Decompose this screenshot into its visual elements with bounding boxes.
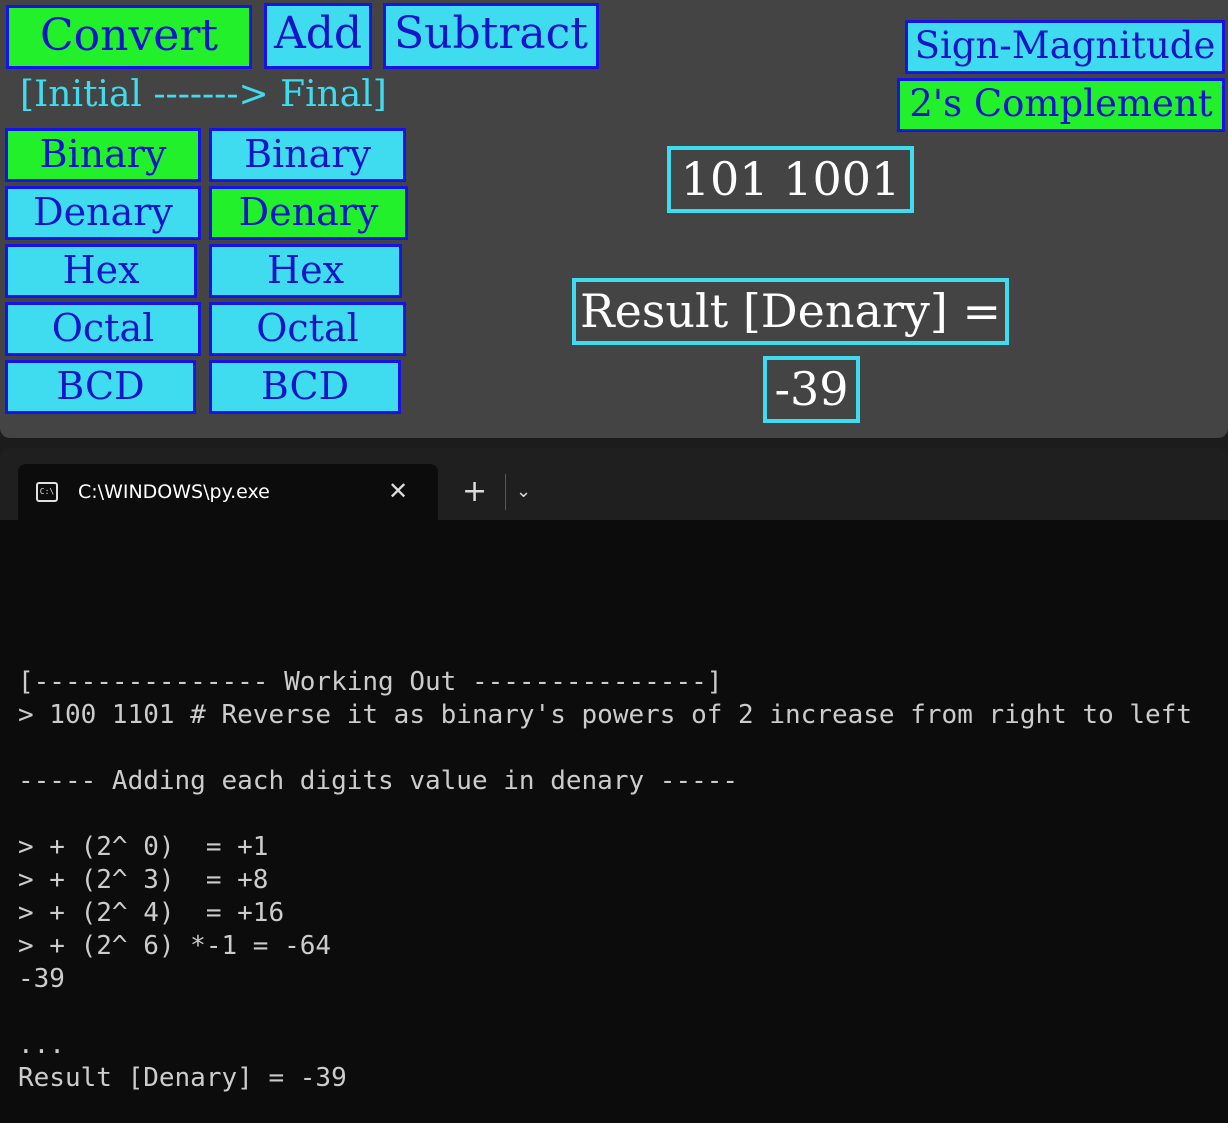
new-tab-icon[interactable]: + — [462, 476, 487, 508]
result-label: Result [Denary] = — [572, 278, 1009, 345]
console-line: > + (2^ 3) = +8 — [18, 865, 269, 895]
add-mode-button[interactable]: Add — [264, 3, 372, 69]
result-value-display: -39 — [763, 356, 860, 423]
sign-magnitude-button[interactable]: Sign-Magnitude — [905, 20, 1225, 74]
converter-window: Convert Add Subtract [Initial -------> F… — [0, 0, 1228, 438]
chevron-down-icon[interactable]: ⌄ — [516, 478, 531, 506]
initial-bcd-button[interactable]: BCD — [5, 360, 196, 414]
twos-complement-button[interactable]: 2's Complement — [897, 78, 1225, 132]
input-value-display: 101 1001 — [667, 146, 914, 213]
close-tab-icon[interactable]: ✕ — [388, 476, 408, 506]
console-icon: C:\ — [36, 482, 58, 502]
final-hex-button[interactable]: Hex — [209, 244, 402, 298]
initial-binary-button[interactable]: Binary — [5, 128, 201, 182]
terminal-tab[interactable]: C:\ C:\WINDOWS\py.exe ✕ — [18, 464, 438, 520]
tab-separator — [505, 474, 506, 510]
subtract-mode-button[interactable]: Subtract — [383, 3, 599, 69]
console-line: ... — [18, 1030, 65, 1060]
direction-hint: [Initial -------> Final] — [20, 74, 387, 115]
initial-hex-button[interactable]: Hex — [5, 244, 197, 298]
console-line: > + (2^ 0) = +1 — [18, 832, 269, 862]
console-line: > + (2^ 4) = +16 — [18, 898, 285, 928]
final-binary-button[interactable]: Binary — [209, 128, 406, 182]
convert-mode-button[interactable]: Convert — [6, 5, 252, 69]
tab-title: C:\WINDOWS\py.exe — [78, 481, 270, 503]
console-line: ----- Adding each digits value in denary… — [18, 766, 739, 796]
final-bcd-button[interactable]: BCD — [209, 360, 401, 414]
console-line: > + (2^ 6) *-1 = -64 — [18, 931, 332, 961]
console-line: -39 — [18, 964, 65, 994]
console-line: > 100 1101 # Reverse it as binary's powe… — [18, 700, 1192, 730]
console-output — [0, 520, 1228, 1123]
console-line: [--------------- Working Out -----------… — [18, 667, 723, 697]
initial-denary-button[interactable]: Denary — [5, 186, 201, 240]
console-line: Result [Denary] = -39 — [18, 1063, 347, 1093]
initial-octal-button[interactable]: Octal — [5, 302, 201, 356]
final-denary-button[interactable]: Denary — [209, 186, 408, 240]
final-octal-button[interactable]: Octal — [209, 302, 406, 356]
